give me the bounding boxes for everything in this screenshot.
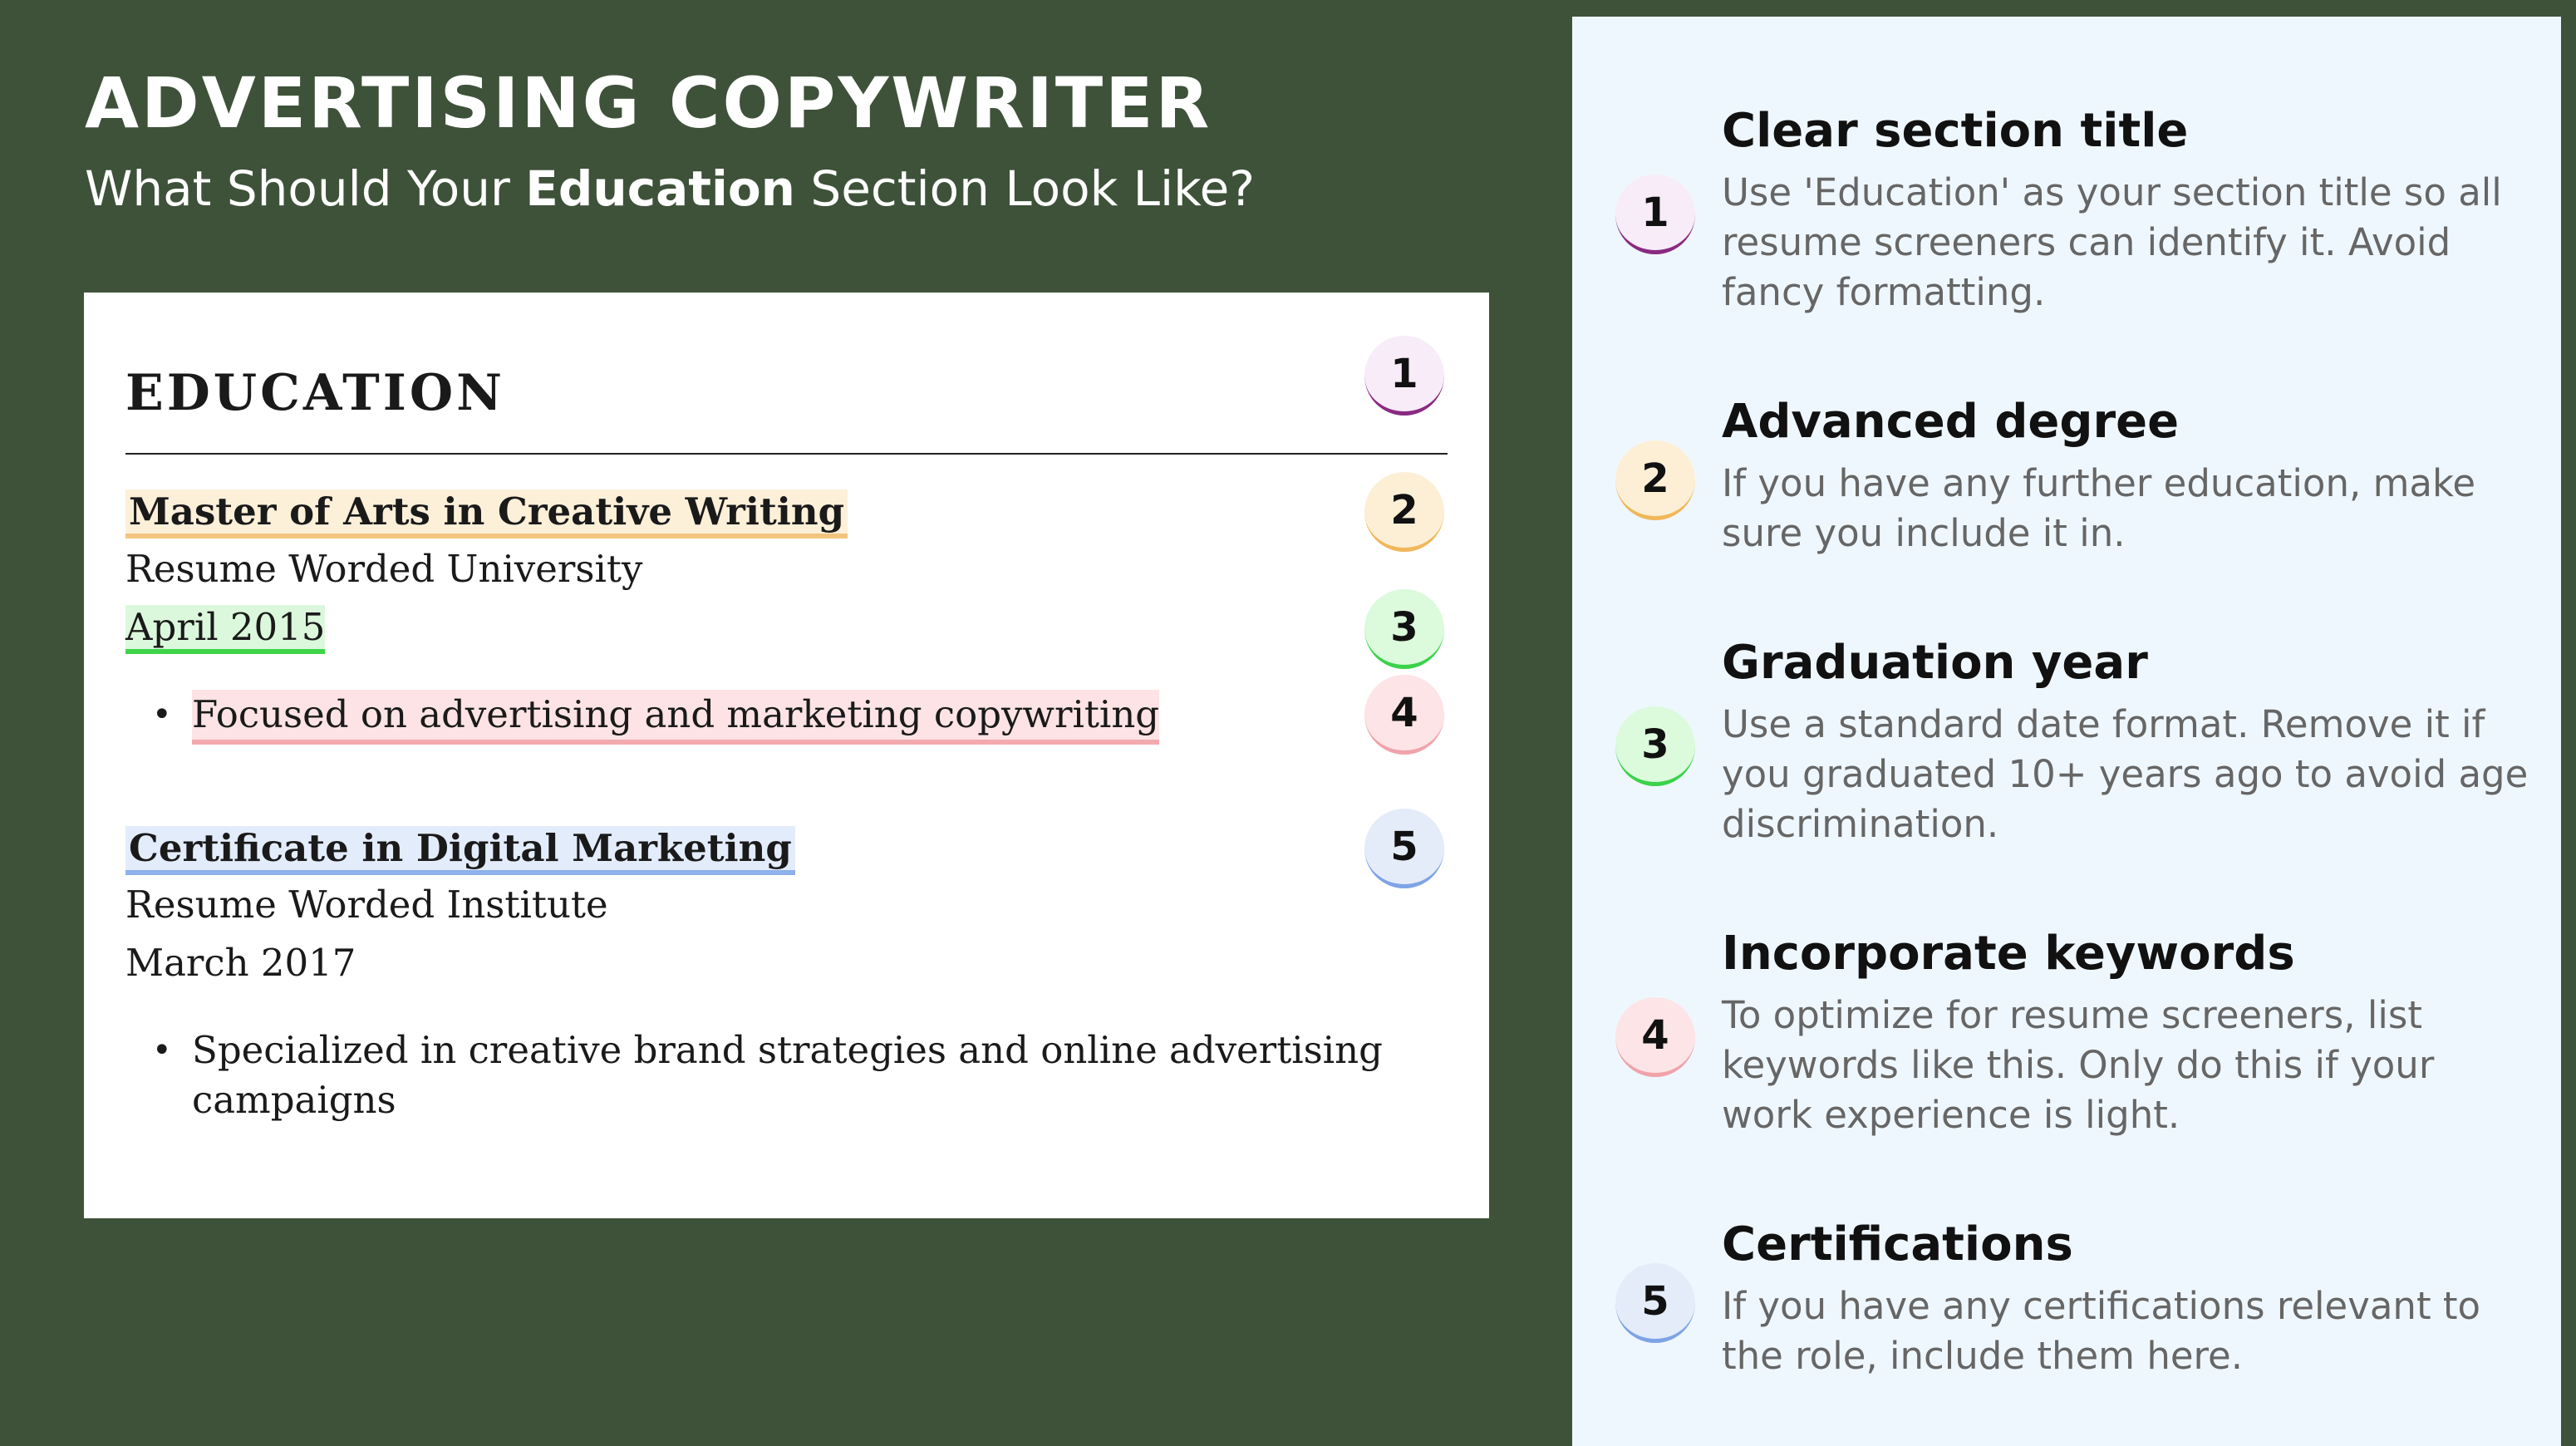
entry-1-school: Resume Worded University (125, 547, 643, 591)
bullet-line-2: campaigns (192, 1078, 396, 1122)
subtitle-text-start: What Should Your (85, 160, 526, 217)
page-title: ADVERTISING COPYWRITER (85, 62, 1212, 144)
tip-badge-2: 2 (1615, 440, 1695, 520)
tips-panel: 1 Clear section title Use 'Education' as… (1572, 17, 2561, 1446)
heading-divider (125, 453, 1448, 455)
tip-description: Use a standard date format. Remove it if… (1722, 702, 2529, 846)
entry-1-date: April 2015 (125, 605, 326, 654)
bullet-dot: • (152, 696, 172, 734)
tip-description: Use 'Education' as your section title so… (1722, 170, 2502, 314)
keyword-bullet-highlight: Focused on advertising and marketing cop… (192, 690, 1160, 745)
entry-1-degree: Master of Arts in Creative Writing (125, 489, 848, 539)
badge-1: 1 (1364, 336, 1444, 416)
subtitle-bold-word: Education (525, 160, 795, 217)
badge-4: 4 (1364, 675, 1444, 755)
tip-badge-1: 1 (1615, 175, 1695, 254)
entry-1-bullet: • Focused on advertising and marketing c… (152, 690, 1160, 745)
entry-2-degree: Certificate in Digital Marketing (125, 826, 795, 875)
tip-description: If you have any certifications relevant … (1722, 1284, 2481, 1378)
tip-title: Clear section title (1722, 104, 2189, 158)
degree-title-highlight: Master of Arts in Creative Writing (125, 489, 848, 539)
tip-badge-4: 4 (1615, 997, 1695, 1077)
certificate-title-highlight: Certificate in Digital Marketing (125, 826, 795, 875)
entry-2-school: Resume Worded Institute (125, 883, 608, 927)
tip-description: If you have any further education, make … (1722, 461, 2476, 555)
tip-title: Advanced degree (1722, 395, 2180, 449)
subtitle-text-end: Section Look Like? (794, 160, 1256, 217)
badge-5: 5 (1364, 809, 1444, 888)
tip-description: To optimize for resume screeners, list k… (1722, 993, 2435, 1137)
tip-title: Incorporate keywords (1722, 927, 2295, 981)
resume-education-card: EDUCATION Master of Arts in Creative Wri… (84, 293, 1489, 1218)
tip-title: Certifications (1722, 1217, 2073, 1271)
bullet-text: Specialized in creative brand strategies… (192, 1025, 1383, 1125)
bullet-dot: • (152, 1031, 172, 1070)
tip-title: Graduation year (1722, 636, 2148, 690)
tip-badge-5: 5 (1615, 1263, 1695, 1343)
badge-2: 2 (1364, 472, 1444, 552)
bullet-line-1: Specialized in creative brand strategies… (192, 1028, 1383, 1072)
badge-3: 3 (1364, 589, 1444, 669)
education-heading: EDUCATION (125, 364, 505, 422)
graduation-date-highlight: April 2015 (125, 605, 326, 654)
entry-2-bullet: • Specialized in creative brand strategi… (152, 1025, 1383, 1125)
page-subtitle: What Should Your Education Section Look … (85, 165, 1255, 213)
tip-badge-3: 3 (1615, 706, 1695, 786)
entry-2-date: March 2017 (125, 941, 356, 985)
